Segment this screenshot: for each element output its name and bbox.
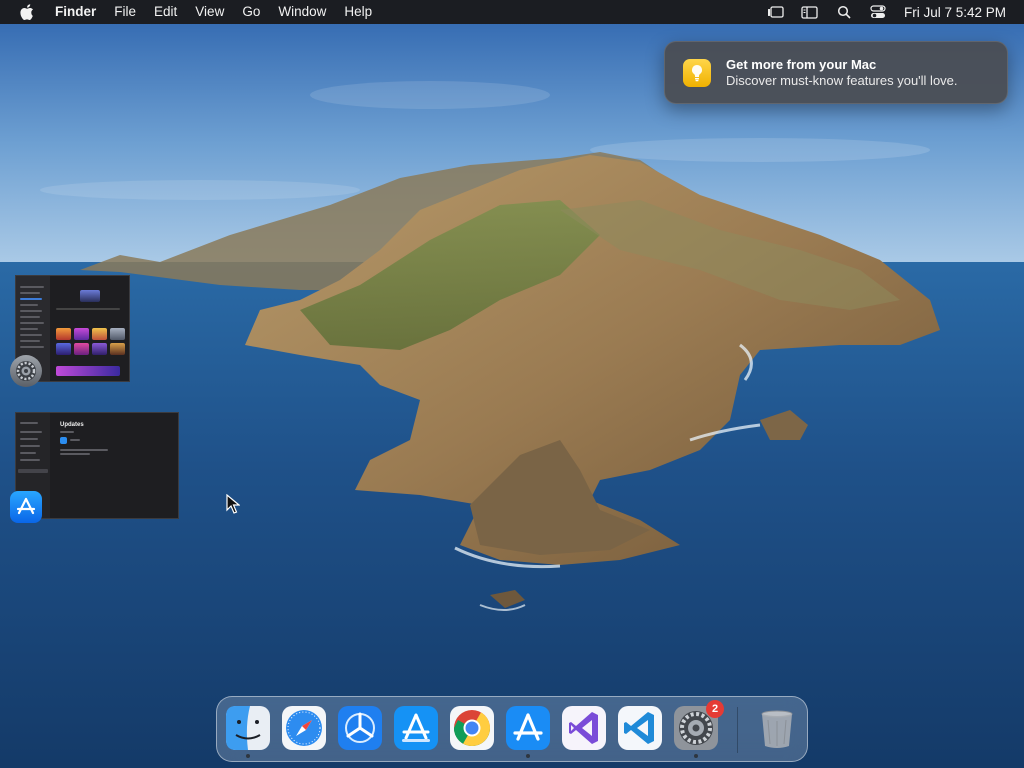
spotlight-search-icon[interactable] bbox=[834, 0, 854, 24]
trash-icon bbox=[761, 710, 793, 748]
menu-window[interactable]: Window bbox=[269, 0, 335, 24]
notification-title: Get more from your Mac bbox=[726, 56, 877, 72]
dock-trash[interactable] bbox=[755, 706, 799, 750]
dock-chrome[interactable] bbox=[450, 706, 494, 750]
chrome-icon bbox=[450, 706, 494, 750]
dock-separator bbox=[737, 707, 738, 753]
dock-finder[interactable] bbox=[226, 706, 270, 750]
system-settings-gear-icon bbox=[10, 355, 42, 387]
safari-icon bbox=[282, 706, 326, 750]
app-store-blue-icon bbox=[394, 706, 438, 750]
tips-notification[interactable]: Get more from your Mac Discover must-kno… bbox=[664, 41, 1008, 104]
menu-edit[interactable]: Edit bbox=[145, 0, 186, 24]
menubar-clock[interactable]: Fri Jul 7 5:42 PM bbox=[895, 5, 1024, 20]
menu-help[interactable]: Help bbox=[335, 0, 381, 24]
dock-safari[interactable] bbox=[282, 706, 326, 750]
thumbnail-updates-title: Updates bbox=[60, 422, 84, 428]
mouse-cursor-icon bbox=[226, 494, 240, 514]
tips-lightbulb-icon bbox=[683, 58, 711, 87]
dock: 2 bbox=[216, 696, 808, 762]
app-store-icon bbox=[506, 706, 550, 750]
running-indicator bbox=[246, 754, 250, 758]
dock-app-store[interactable] bbox=[506, 706, 550, 750]
running-indicator bbox=[694, 754, 698, 758]
testflight-icon bbox=[338, 706, 382, 750]
visual-studio-icon bbox=[562, 706, 606, 750]
dock-visual-studio[interactable] bbox=[562, 706, 606, 750]
menu-app-name[interactable]: Finder bbox=[46, 0, 105, 24]
app-store-icon bbox=[10, 491, 42, 523]
menu-bar: Finder File Edit View Go Window Help Fri… bbox=[0, 0, 1024, 24]
notification-badge: 2 bbox=[706, 700, 724, 718]
menu-file[interactable]: File bbox=[105, 0, 145, 24]
stage-manager-icon[interactable] bbox=[766, 0, 786, 24]
dock-system-settings[interactable]: 2 bbox=[674, 700, 724, 750]
dock-developer-app[interactable] bbox=[394, 706, 438, 750]
running-indicator bbox=[526, 754, 530, 758]
notification-body: Discover must-know features you'll love. bbox=[726, 72, 958, 88]
vscode-icon bbox=[618, 706, 662, 750]
menu-view[interactable]: View bbox=[186, 0, 233, 24]
dock-vscode[interactable] bbox=[618, 706, 662, 750]
dock-testflight[interactable] bbox=[338, 706, 382, 750]
menu-go[interactable]: Go bbox=[233, 0, 269, 24]
apple-menu-icon[interactable] bbox=[17, 0, 37, 24]
control-center-icon[interactable] bbox=[868, 0, 888, 24]
finder-icon bbox=[226, 706, 270, 750]
desktop-wallpaper bbox=[0, 0, 1024, 768]
sidebar-display-icon[interactable] bbox=[800, 0, 820, 24]
